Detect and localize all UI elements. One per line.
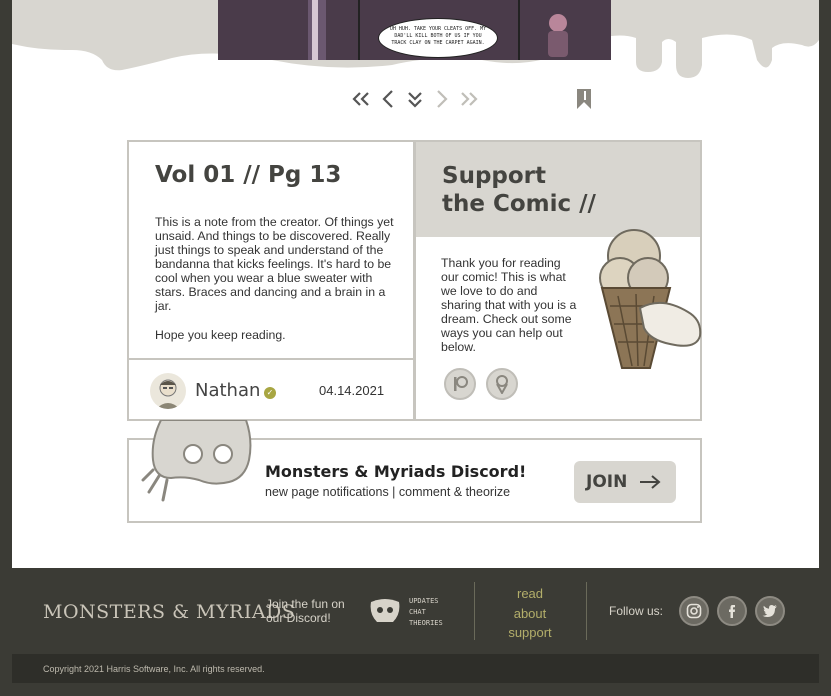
instagram-button[interactable] bbox=[679, 596, 709, 626]
first-page-button[interactable] bbox=[349, 86, 373, 112]
footer-links: read about support bbox=[492, 584, 568, 643]
character-figure bbox=[308, 0, 326, 60]
discord-tag: THEORIES bbox=[409, 619, 443, 627]
panel-border bbox=[358, 0, 360, 60]
icecream-icon bbox=[496, 375, 508, 394]
panel-border bbox=[518, 0, 520, 60]
follow-label: Follow us: bbox=[609, 604, 664, 618]
patreon-button[interactable] bbox=[444, 368, 476, 400]
last-page-button[interactable] bbox=[457, 86, 481, 112]
arrow-right-icon bbox=[640, 475, 661, 489]
site-logo[interactable]: MONSTERS & MYRIADS bbox=[43, 601, 295, 623]
post-date: 04.14.2021 bbox=[319, 383, 385, 398]
support-title-line2: the Comic // bbox=[442, 191, 596, 217]
jump-to-notes-button[interactable] bbox=[403, 86, 427, 112]
footer-discord-link[interactable]: UPDATES CHAT THEORIES bbox=[367, 594, 452, 630]
next-page-button[interactable] bbox=[430, 86, 454, 112]
divider bbox=[474, 582, 475, 640]
bookmark-icon bbox=[577, 89, 591, 109]
ice-cream-illustration bbox=[599, 229, 702, 369]
support-body: Thank you for reading our comic! This is… bbox=[441, 256, 577, 354]
footer: MONSTERS & MYRIADS Join the fun on our D… bbox=[12, 568, 819, 654]
footer-discord-text: Join the fun on our Discord! bbox=[266, 597, 345, 625]
facebook-button[interactable] bbox=[717, 596, 747, 626]
instagram-icon bbox=[686, 603, 702, 619]
footer-link-read[interactable]: read bbox=[492, 584, 568, 604]
double-chevron-down-icon bbox=[408, 92, 422, 108]
patreon-icon bbox=[454, 376, 468, 391]
copyright-bar: Copyright 2021 Harris Software, Inc. All… bbox=[12, 654, 819, 683]
avatar[interactable] bbox=[150, 373, 186, 409]
twitter-icon bbox=[762, 605, 777, 617]
comic-page-image: UH HUH. TAKE YOUR CLEATS OFF. MY DAD'LL … bbox=[218, 0, 611, 60]
chevron-right-icon bbox=[437, 90, 448, 108]
bookmark-button[interactable] bbox=[572, 86, 596, 112]
verified-badge-icon: ✓ bbox=[264, 387, 276, 399]
support-card: Support the Comic // Thank you for readi… bbox=[414, 140, 702, 421]
previous-page-button[interactable] bbox=[376, 86, 400, 112]
comic-navigation bbox=[12, 86, 819, 112]
character-figure bbox=[548, 14, 568, 57]
buy-icecream-button[interactable] bbox=[486, 368, 518, 400]
copyright-text: Copyright 2021 Harris Software, Inc. All… bbox=[43, 664, 265, 674]
discord-subtitle: new page notifications | comment & theor… bbox=[265, 485, 511, 499]
double-chevron-right-icon bbox=[461, 92, 478, 106]
note-author-bar: Nathan ✓ 04.14.2021 bbox=[129, 358, 413, 419]
chevron-left-icon bbox=[382, 90, 393, 108]
join-label: JOIN bbox=[586, 472, 628, 492]
support-title: Support the Comic // bbox=[442, 162, 596, 218]
speech-bubble: UH HUH. TAKE YOUR CLEATS OFF. MY DAD'LL … bbox=[378, 18, 498, 58]
discord-tag: CHAT bbox=[409, 608, 426, 616]
discord-tag: UPDATES bbox=[409, 597, 439, 605]
double-chevron-left-icon bbox=[352, 92, 369, 106]
creator-note-card: Vol 01 // Pg 13 This is a note from the … bbox=[127, 140, 415, 421]
discord-icon bbox=[370, 599, 400, 622]
author-name[interactable]: Nathan bbox=[195, 380, 260, 401]
join-discord-button[interactable]: JOIN bbox=[574, 461, 676, 503]
discord-banner: Monsters & Myriads Discord! new page not… bbox=[127, 420, 702, 523]
support-title-line1: Support bbox=[442, 163, 547, 189]
twitter-button[interactable] bbox=[755, 596, 785, 626]
footer-link-support[interactable]: support bbox=[492, 623, 568, 643]
footer-link-about[interactable]: about bbox=[492, 604, 568, 624]
note-title: Vol 01 // Pg 13 bbox=[155, 162, 342, 188]
divider bbox=[586, 582, 587, 640]
discord-title: Monsters & Myriads Discord! bbox=[265, 462, 527, 481]
note-body: This is a note from the creator. Of thin… bbox=[155, 215, 394, 313]
discord-ghost-icon bbox=[141, 420, 252, 502]
note-closing: Hope you keep reading. bbox=[155, 328, 286, 342]
author-portrait-icon bbox=[156, 379, 180, 409]
facebook-icon bbox=[729, 605, 735, 618]
